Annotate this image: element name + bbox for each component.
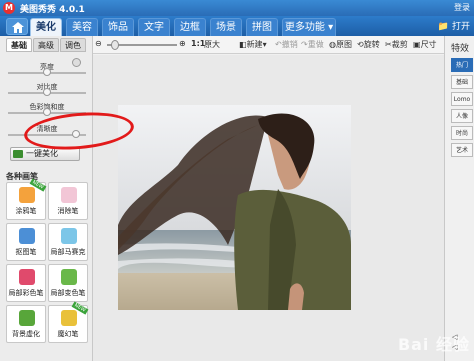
brush-color[interactable]: 局部彩色笔: [6, 264, 46, 302]
magic-wand-icon: [13, 150, 23, 158]
brush-label: 背景虚化: [12, 330, 40, 338]
blur-icon: [19, 310, 35, 326]
original-button[interactable]: ◍原图: [329, 39, 352, 50]
tab-more[interactable]: 更多功能 ▾: [282, 18, 336, 36]
tab-scene[interactable]: 场景: [210, 18, 242, 36]
brightness-knob[interactable]: [43, 68, 51, 76]
contrast-knob[interactable]: [43, 88, 51, 96]
new-button[interactable]: ◧新建▾: [239, 39, 267, 50]
zoom-slider-knob[interactable]: [111, 40, 119, 50]
effect-tab-basic[interactable]: 基础: [451, 75, 473, 89]
eraser-icon: [61, 187, 77, 203]
subtab-color[interactable]: 调色: [60, 38, 86, 52]
zoom-out-icon[interactable]: ⊖: [95, 39, 102, 48]
brush-recolor[interactable]: 局部变色笔: [48, 264, 88, 302]
undo-button[interactable]: ↶撤销: [275, 39, 298, 50]
saturation-knob[interactable]: [43, 108, 51, 116]
rotate-button[interactable]: ⟲旋转: [357, 39, 380, 50]
open-button[interactable]: 📁 打开: [438, 19, 470, 32]
rotate-button-label: 旋转: [363, 40, 380, 49]
crop-button[interactable]: ✂裁剪: [385, 39, 408, 50]
watermark: Bai 经验: [397, 335, 470, 354]
new-button-label: 新建: [246, 40, 263, 49]
brush-magic[interactable]: NEW 魔幻笔: [48, 301, 89, 343]
brush-label: 局部彩色笔: [8, 289, 44, 297]
brush-mosaic[interactable]: 局部马赛克: [48, 223, 88, 261]
tab-collage[interactable]: 拼图: [246, 18, 278, 36]
original-button-label: 原图: [335, 40, 352, 49]
effects-title: 特效: [451, 44, 470, 54]
open-button-label: 打开: [451, 22, 470, 32]
effect-tab-hot[interactable]: 热门: [451, 58, 473, 72]
redo-button[interactable]: ↷重做: [301, 39, 324, 50]
brush-label: 消除笔: [57, 207, 79, 215]
tab-accessories[interactable]: 饰品: [102, 18, 134, 36]
doodle-pen-icon: [19, 187, 35, 203]
app-title: 美图秀秀 4.0.1: [20, 5, 85, 15]
photo-preview[interactable]: [118, 105, 351, 310]
brush-doodle[interactable]: NEW 涂鸦笔: [6, 178, 47, 220]
magic-pen-icon: [61, 310, 77, 326]
photo-image: [118, 105, 351, 310]
tab-more-label: 更多功能: [284, 22, 325, 33]
brush-eraser[interactable]: 消除笔: [48, 182, 88, 220]
color-pen-icon: [19, 269, 35, 285]
subtab-advanced[interactable]: 高级: [33, 38, 59, 52]
actual-size-button[interactable]: 原大: [204, 39, 220, 50]
title-bar: M 美图秀秀 4.0.1 登录: [0, 0, 474, 16]
zoom-in-icon[interactable]: ⊕: [179, 39, 186, 48]
tab-frame[interactable]: 边框: [174, 18, 206, 36]
home-icon: [12, 22, 24, 33]
contrast-slider[interactable]: 对比度: [8, 82, 86, 96]
effect-tab-art[interactable]: 艺术: [451, 143, 473, 157]
right-panel: 特效 热门 基础 Lomo 人像 时尚 艺术 ◁ ◁: [444, 36, 474, 361]
meitu-logo-icon: M: [3, 2, 15, 14]
redo-button-label: 重做: [307, 40, 324, 49]
brush-label: 局部变色笔: [50, 289, 86, 297]
tab-face[interactable]: 美容: [66, 18, 98, 36]
effect-tab-lomo[interactable]: Lomo: [451, 92, 473, 106]
left-panel: 基础 高级 调色 亮度 对比度 色彩饱和度 清晰度 一键美化 各种画笔 NEW …: [0, 36, 93, 361]
login-link[interactable]: 登录: [454, 2, 470, 13]
mosaic-icon: [61, 228, 77, 244]
tab-text[interactable]: 文字: [138, 18, 170, 36]
home-button[interactable]: [6, 18, 28, 35]
brush-label: 抠图笔: [15, 248, 37, 256]
resize-button-label: 尺寸: [420, 40, 437, 49]
crop-button-label: 裁剪: [391, 40, 408, 49]
brush-blur[interactable]: 背景虚化: [6, 305, 46, 343]
effect-tab-portrait[interactable]: 人像: [451, 109, 473, 123]
effect-tab-fashion[interactable]: 时尚: [451, 126, 473, 140]
brush-label: 局部马赛克: [50, 248, 86, 256]
brush-label: 涂鸦笔: [15, 207, 37, 215]
tab-beautify[interactable]: 美化: [30, 18, 62, 36]
recolor-pen-icon: [61, 269, 77, 285]
subtab-basic[interactable]: 基础: [6, 38, 32, 52]
edit-toolbar: ⊖ ⊕ 1:1 原大 ◧新建▾ ↶撤销 ↷重做 ◍原图 ⟲旋转 ✂裁剪 ▣尺寸: [93, 36, 444, 54]
resize-button[interactable]: ▣尺寸: [413, 39, 437, 50]
one-key-label: 一键美化: [26, 149, 58, 158]
undo-button-label: 撤销: [281, 40, 298, 49]
main-nav: 美化 美容 饰品 文字 边框 场景 拼图 更多功能 ▾ 📁 打开: [0, 16, 474, 36]
brush-label: 魔幻笔: [57, 330, 79, 338]
brush-cutout[interactable]: 抠图笔: [6, 223, 46, 261]
settings-gear-icon[interactable]: [72, 58, 81, 67]
cutout-icon: [19, 228, 35, 244]
